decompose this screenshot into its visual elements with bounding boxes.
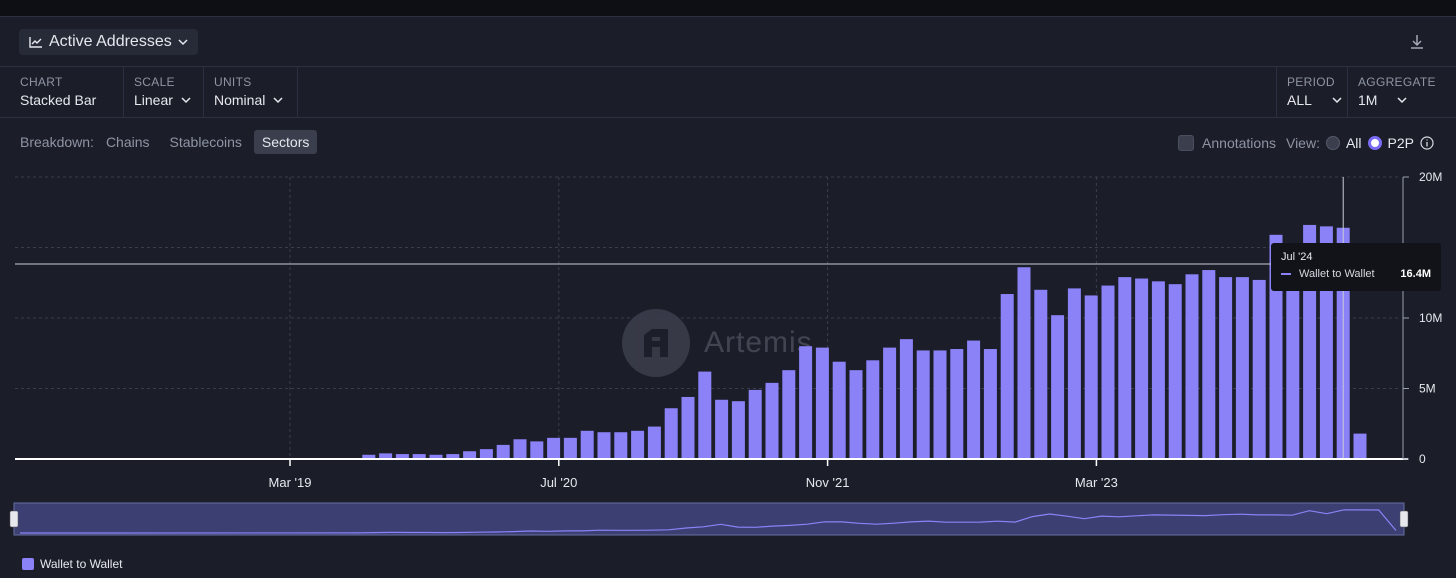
bar [1185,274,1199,459]
bar [1202,270,1216,459]
y-tick-label: 0 [1419,452,1426,466]
bar [1135,278,1149,459]
bar [513,439,527,459]
bar [866,360,880,459]
range-navigator[interactable] [9,502,1409,536]
bar [899,339,913,459]
bar [715,399,729,459]
bar [1168,284,1182,459]
bar [765,382,779,459]
tooltip-series: Wallet to Wallet [1299,268,1375,280]
x-tick-label: Jul '20 [540,475,577,490]
bar [782,370,796,459]
bar [832,361,846,459]
bar-chart: 20M 10M 5M 0 Mar '19 Jul '20 Nov '21 Mar '23 [9,170,1442,536]
bar [681,396,695,459]
bar [547,437,561,459]
bar [950,349,964,459]
legend-swatch [22,558,34,570]
x-tick-label: Mar '19 [269,475,312,490]
bar [1084,295,1098,459]
bar [1000,294,1014,459]
bar [1067,288,1081,459]
bar [647,426,661,459]
bar [883,347,897,459]
bar [1051,315,1065,459]
bar [614,432,628,459]
tooltip-value: 16.4M [1400,268,1431,280]
bar [1118,277,1132,459]
navigator-handle [1399,510,1409,528]
bar [463,451,477,459]
y-tick-label: 5M [1419,382,1436,396]
y-tick-label: 10M [1419,311,1442,325]
bar [1101,285,1115,459]
bar [580,430,594,459]
bar [597,432,611,459]
bar [563,437,577,459]
bar [631,430,645,459]
bar [815,347,829,459]
bar [731,401,745,459]
bar [530,441,544,459]
bar [1034,289,1048,459]
bar [1235,277,1249,459]
bar [664,408,678,459]
bar [1353,433,1367,459]
bar [496,444,510,459]
bar [849,370,863,459]
chart-tooltip: Jul '24 Wallet to Wallet 16.4M [1271,243,1441,291]
chart-legend[interactable]: Wallet to Wallet [22,557,122,571]
bar [983,349,997,459]
bar [933,350,947,459]
bar [1219,277,1233,459]
y-tick-label: 20M [1419,170,1442,184]
tooltip-date: Jul '24 [1281,251,1313,263]
bar [479,449,493,459]
bar [967,340,981,459]
bar [748,389,762,459]
bar [799,346,813,459]
legend-label: Wallet to Wallet [40,557,123,571]
navigator-window [13,502,1405,536]
bar [1151,281,1165,459]
x-tick-label: Nov '21 [806,475,850,490]
navigator-handle [9,510,19,528]
bar [698,371,712,459]
bar [1286,264,1300,459]
bar [1252,279,1266,459]
tooltip-series-marker [1281,273,1291,275]
bar [916,350,930,459]
bar [1017,267,1031,459]
x-tick-label: Mar '23 [1075,475,1118,490]
